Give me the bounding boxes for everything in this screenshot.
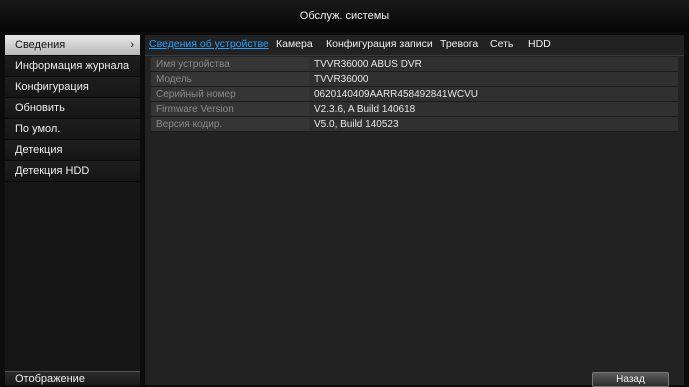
main-panel: Сведения об устройстве Камера Конфигурац… <box>145 35 684 387</box>
sidebar-item-label: Конфигурация <box>15 81 89 93</box>
tab-device-info[interactable]: Сведения об устройстве <box>149 38 269 50</box>
tab-alarm[interactable]: Тревога <box>440 38 478 50</box>
back-button[interactable]: Назад <box>592 372 669 387</box>
firmware-version-label: Firmware Version <box>151 101 309 117</box>
firmware-version-value: V2.3.6, A Build 140618 <box>309 101 678 117</box>
sidebar-item-upgrade[interactable]: Обновить <box>5 98 140 119</box>
tab-camera[interactable]: Камера <box>276 38 313 50</box>
serial-number-value: 0620140409AARR458492841WCVU <box>309 86 678 102</box>
sidebar: Сведения › Информация журнала Конфигурац… <box>5 35 140 385</box>
chevron-right-icon: › <box>130 39 134 51</box>
table-row: Имя устройства TVVR36000 ABUS DVR <box>151 57 678 72</box>
window-title: Обслуж. системы <box>299 10 390 22</box>
display-menu-button[interactable]: Отображение <box>5 371 140 385</box>
table-row: Серийный номер 0620140409AARR458492841WC… <box>151 86 678 102</box>
table-row: Firmware Version V2.3.6, A Build 140618 <box>151 101 678 117</box>
encoder-version-value: V5.0, Build 140523 <box>309 116 678 132</box>
device-name-label: Имя устройства <box>151 57 309 72</box>
sidebar-item-info[interactable]: Сведения › <box>5 35 140 56</box>
sidebar-item-default[interactable]: По умол. <box>5 119 140 140</box>
table-row: Версия кодир. V5.0, Build 140523 <box>151 116 678 132</box>
sidebar-item-label: Детекция HDD <box>15 165 90 177</box>
sidebar-item-label: Сведения <box>15 39 66 51</box>
tab-bar: Сведения об устройстве Камера Конфигурац… <box>145 35 684 56</box>
title-bar: Обслуж. системы <box>0 0 689 32</box>
tab-record-config[interactable]: Конфигурация записи <box>326 38 433 50</box>
tab-network[interactable]: Сеть <box>490 38 513 50</box>
serial-number-label: Серийный номер <box>151 86 309 102</box>
sidebar-item-label: По умол. <box>15 123 61 135</box>
sidebar-item-label: Обновить <box>15 102 65 114</box>
model-label: Модель <box>151 71 309 87</box>
sidebar-item-log-info[interactable]: Информация журнала <box>5 56 140 77</box>
sidebar-item-label: Детекция <box>15 144 63 156</box>
display-menu-label: Отображение <box>15 373 85 385</box>
sidebar-item-configuration[interactable]: Конфигурация <box>5 77 140 98</box>
device-info-table: Имя устройства TVVR36000 ABUS DVR Модель… <box>151 57 678 132</box>
sidebar-item-label: Информация журнала <box>15 60 130 72</box>
sidebar-item-hdd-detection[interactable]: Детекция HDD <box>5 161 140 182</box>
device-name-value: TVVR36000 ABUS DVR <box>309 57 678 72</box>
tab-hdd[interactable]: HDD <box>528 38 551 50</box>
sidebar-item-detection[interactable]: Детекция <box>5 140 140 161</box>
model-value: TVVR36000 <box>309 71 678 87</box>
table-row: Модель TVVR36000 <box>151 71 678 87</box>
encoder-version-label: Версия кодир. <box>151 116 309 132</box>
